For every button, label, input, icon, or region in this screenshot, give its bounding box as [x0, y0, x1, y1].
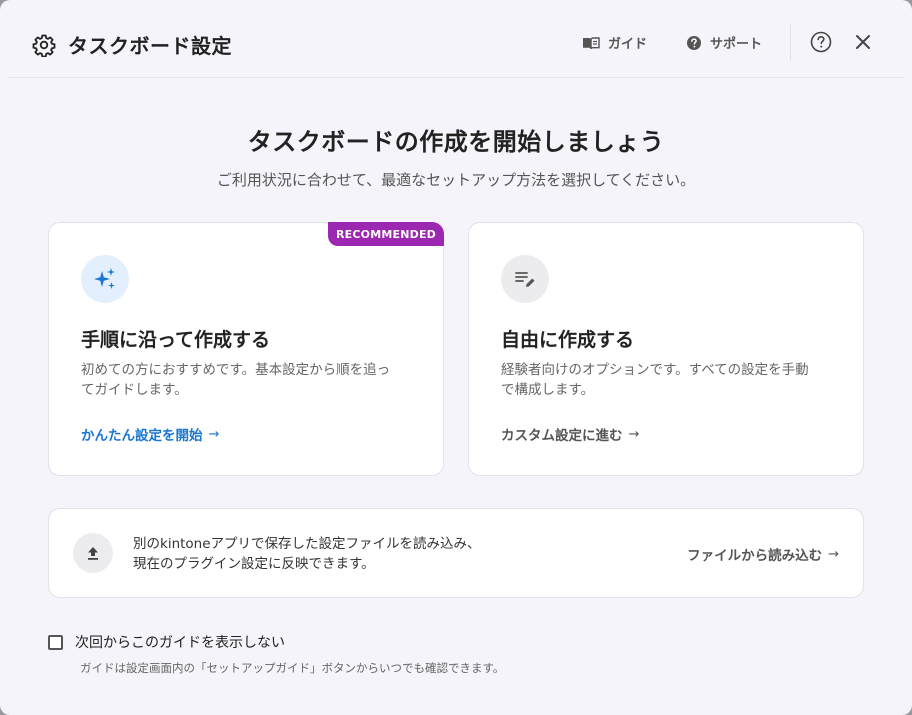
- dont-show-again-checkbox[interactable]: [48, 634, 63, 650]
- dialog-header: タスクボード設定 ガイド サポート: [8, 0, 904, 78]
- custom-card-desc-line1: 経験者向けのオプションです。すべての設定を手動: [501, 362, 809, 378]
- close-button[interactable]: [851, 30, 875, 54]
- edit-list-icon: [515, 272, 535, 287]
- upload-icon-wrap: [73, 533, 113, 573]
- hero-title: タスクボードの作成を開始しましょう: [247, 128, 665, 156]
- gear-icon: [32, 34, 56, 57]
- import-from-file-link[interactable]: ファイルから読み込む →: [687, 544, 839, 565]
- edit-list-icon-wrap: [501, 255, 549, 303]
- guided-card-desc-line2: てガイドします。: [81, 382, 188, 398]
- recommended-badge: RECOMMENDED: [328, 222, 444, 246]
- header-divider: [790, 24, 791, 60]
- close-icon: [856, 35, 870, 49]
- dont-show-again-option[interactable]: 次回からこのガイドを表示しない: [48, 632, 285, 652]
- arrow-right-icon: →: [628, 426, 640, 442]
- upload-icon: [88, 547, 98, 560]
- start-easy-setup-link[interactable]: かんたん設定を開始 →: [81, 424, 220, 445]
- import-description: 別のkintoneアプリで保存した設定ファイルを読み込み、 現在のプラグイン設定…: [133, 534, 481, 574]
- support-link[interactable]: サポート: [686, 33, 762, 52]
- guided-card-title: 手順に沿って作成する: [81, 329, 271, 351]
- hero-subtitle: ご利用状況に合わせて、最適なセットアップ方法を選択してください。: [216, 171, 696, 189]
- custom-setup-card[interactable]: 自由に作成する 経験者向けのオプションです。すべての設定を手動 で構成します。 …: [468, 222, 864, 476]
- guide-link-label: ガイド: [608, 37, 648, 52]
- sparkle-icon-wrap: [81, 255, 129, 303]
- arrow-right-icon: →: [828, 546, 839, 562]
- import-settings-panel: 別のkintoneアプリで保存した設定ファイルを読み込み、 現在のプラグイン設定…: [48, 508, 864, 598]
- import-desc-line2: 現在のプラグイン設定に反映できます。: [133, 556, 375, 572]
- help-circle-icon: [810, 31, 832, 53]
- help-circle-filled-icon: [687, 35, 701, 50]
- support-link-label: サポート: [710, 37, 763, 52]
- setup-dialog: タスクボード設定 ガイド サポート タスクボードの作成を開始しましょう ご利用状…: [0, 0, 912, 715]
- go-custom-setup-link[interactable]: カスタム設定に進む →: [501, 424, 640, 445]
- help-button[interactable]: [809, 30, 833, 54]
- go-custom-setup-label: カスタム設定に進む: [501, 428, 623, 444]
- book-icon: [583, 36, 600, 49]
- footer-note: ガイドは設定画面内の「セットアップガイド」ボタンからいつでも確認できます。: [80, 661, 505, 675]
- start-easy-setup-label: かんたん設定を開始: [81, 428, 203, 444]
- custom-card-desc-line2: で構成します。: [501, 382, 595, 398]
- guided-card-description: 初めての方におすすめです。基本設定から順を追っ てガイドします。: [81, 360, 417, 400]
- custom-card-description: 経験者向けのオプションです。すべての設定を手動 で構成します。: [501, 360, 837, 400]
- import-from-file-label: ファイルから読み込む: [687, 548, 823, 564]
- page-title: タスクボード設定: [68, 34, 232, 58]
- guided-card-desc-line1: 初めての方におすすめです。基本設定から順を追っ: [81, 362, 391, 378]
- guide-link[interactable]: ガイド: [582, 33, 647, 52]
- custom-card-title: 自由に作成する: [501, 329, 635, 351]
- import-desc-line1: 別のkintoneアプリで保存した設定ファイルを読み込み、: [133, 536, 481, 552]
- sparkle-icon: [94, 268, 115, 289]
- dont-show-again-label: 次回からこのガイドを表示しない: [75, 635, 285, 651]
- guided-setup-card[interactable]: RECOMMENDED 手順に沿って作成する 初めての方におすすめです。基本設定…: [48, 222, 444, 476]
- header-title-group: タスクボード設定: [32, 30, 232, 59]
- arrow-right-icon: →: [208, 426, 220, 442]
